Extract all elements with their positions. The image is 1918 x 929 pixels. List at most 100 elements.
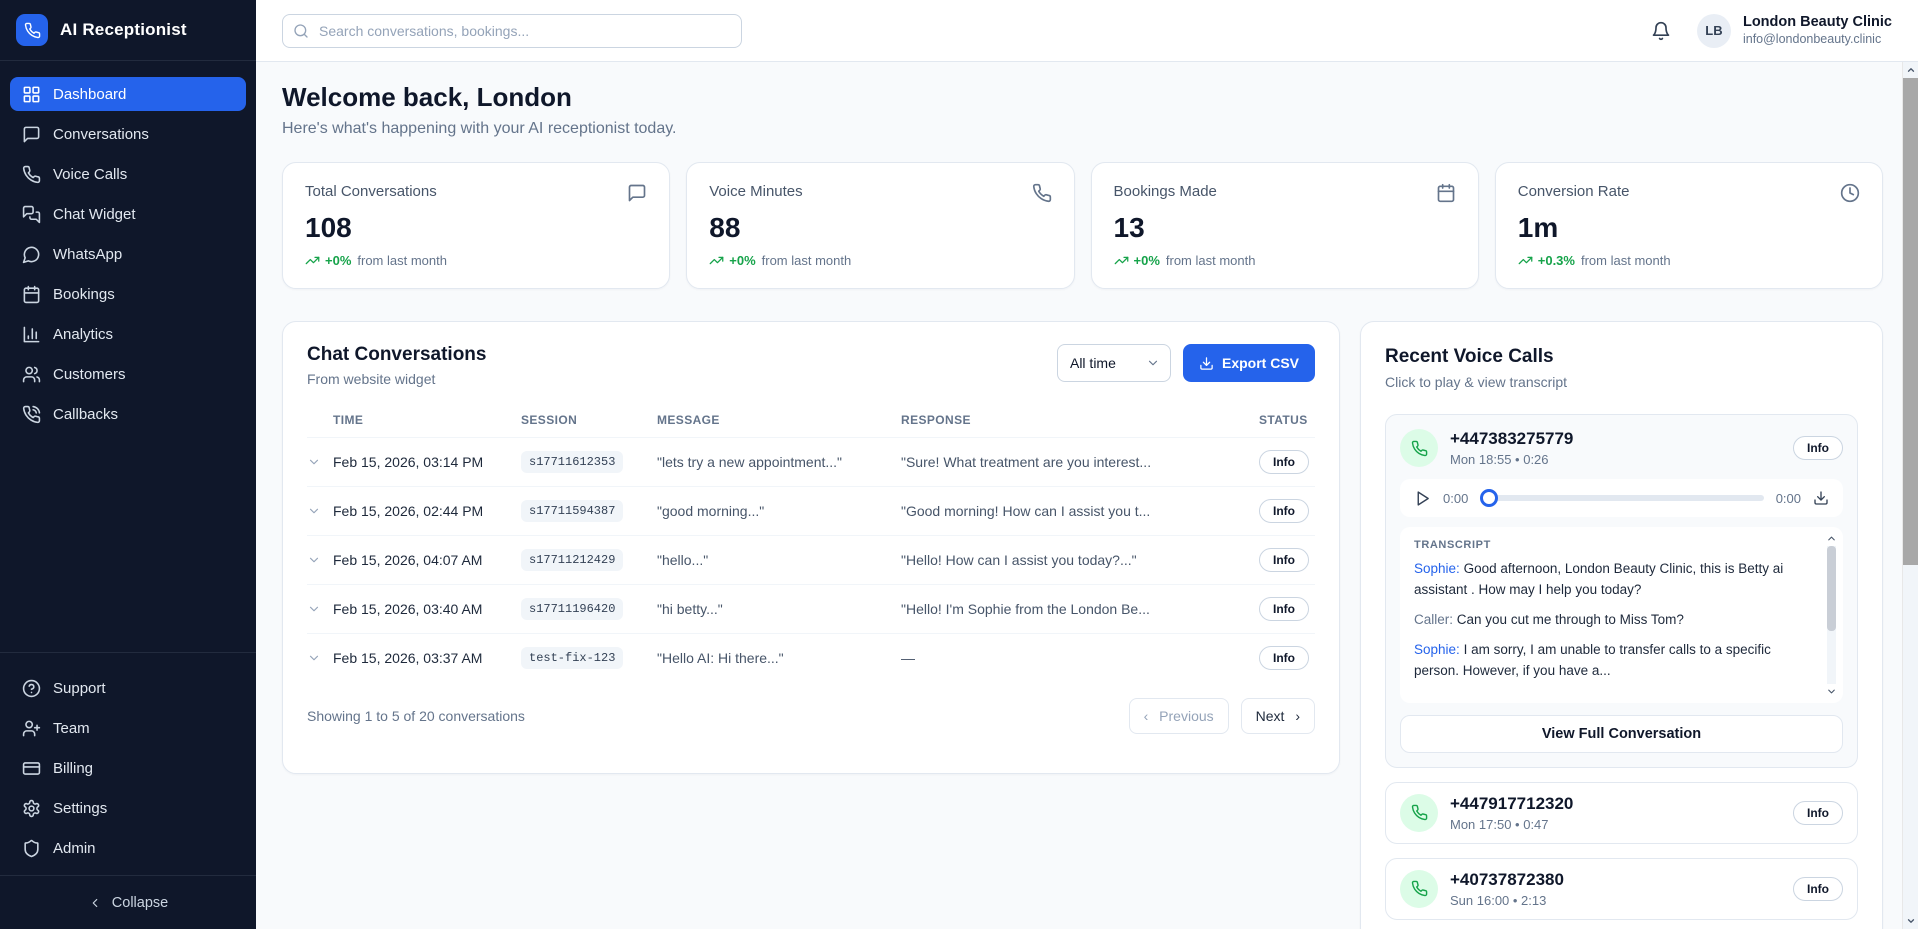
transcript-text: I am sorry, I am unable to transfer call… — [1414, 642, 1771, 678]
info-button[interactable]: Info — [1259, 646, 1309, 670]
player-seek-slider[interactable] — [1480, 489, 1763, 507]
chevron-down-icon[interactable] — [307, 455, 333, 469]
cell-response: — — [901, 650, 1259, 666]
voice-call-card-expanded[interactable]: +447383275779 Mon 18:55 • 0:26 Info 0:00… — [1385, 414, 1858, 768]
sidebar-item-callbacks[interactable]: Callbacks — [10, 397, 246, 431]
cell-session: s17711196420 — [521, 598, 657, 620]
stat-card-conversion-rate: Conversion Rate 1m +0.3% from last month — [1495, 162, 1883, 289]
speaker-name: Sophie: — [1414, 561, 1460, 576]
chevron-down-icon[interactable] — [307, 602, 333, 616]
table-row[interactable]: Feb 15, 2026, 03:37 AM test-fix-123 "Hel… — [307, 633, 1315, 682]
voice-call-card[interactable]: +447917712320 Mon 17:50 • 0:47 Info — [1385, 782, 1858, 844]
sidebar-item-billing[interactable]: Billing — [10, 751, 246, 785]
time-filter-value: All time — [1070, 355, 1116, 371]
trending-up-icon: +0.3% — [1518, 253, 1575, 268]
transcript-line: Sophie: I am sorry, I am unable to trans… — [1414, 640, 1809, 682]
stat-delta: +0% — [325, 253, 351, 268]
help-circle-icon — [22, 679, 41, 698]
view-full-conversation-button[interactable]: View Full Conversation — [1400, 715, 1843, 753]
table-row[interactable]: Feb 15, 2026, 03:40 AM s17711196420 "hi … — [307, 584, 1315, 633]
sidebar-item-label: Support — [53, 680, 106, 697]
voice-call-card[interactable]: +40737872380 Sun 16:00 • 2:13 Info — [1385, 858, 1858, 920]
sidebar-item-support[interactable]: Support — [10, 671, 246, 705]
search-input[interactable] — [282, 14, 742, 48]
call-meta: Sun 16:00 • 2:13 — [1450, 893, 1564, 908]
play-icon[interactable] — [1414, 490, 1431, 507]
table-header-row: TIME SESSION MESSAGE RESPONSE STATUS — [307, 407, 1315, 437]
stat-value: 13 — [1114, 212, 1456, 244]
sidebar-item-label: Voice Calls — [53, 166, 127, 183]
chat-conversations-panel: Chat Conversations From website widget A… — [282, 321, 1340, 774]
slider-knob[interactable] — [1480, 489, 1498, 507]
sidebar-item-bookings[interactable]: Bookings — [10, 277, 246, 311]
chevron-down-icon[interactable] — [307, 651, 333, 665]
page-scrollbar[interactable] — [1902, 62, 1918, 929]
recent-voice-calls-panel: Recent Voice Calls Click to play & view … — [1360, 321, 1883, 929]
chevron-down-icon[interactable] — [307, 553, 333, 567]
table-row[interactable]: Feb 15, 2026, 04:07 AM s17711212429 "hel… — [307, 535, 1315, 584]
info-button[interactable]: Info — [1793, 801, 1843, 825]
scroll-up-icon[interactable] — [1826, 533, 1837, 544]
time-filter-select[interactable]: All time — [1057, 344, 1171, 382]
collapse-sidebar-button[interactable]: Collapse — [0, 875, 256, 929]
column-header-time: TIME — [333, 413, 521, 427]
user-plus-icon — [22, 719, 41, 738]
session-badge: test-fix-123 — [521, 647, 623, 669]
phone-callback-icon — [22, 405, 41, 424]
sidebar-item-dashboard[interactable]: Dashboard — [10, 77, 246, 111]
sidebar-item-voice-calls[interactable]: Voice Calls — [10, 157, 246, 191]
cell-session: test-fix-123 — [521, 647, 657, 669]
chevron-left-icon — [88, 896, 102, 910]
sidebar-item-chat-widget[interactable]: Chat Widget — [10, 197, 246, 231]
stat-delta-note: from last month — [762, 253, 852, 268]
scroll-down-icon[interactable] — [1903, 913, 1918, 929]
trending-up-icon: +0% — [1114, 253, 1160, 268]
chat-panel-title: Chat Conversations — [307, 344, 486, 366]
scroll-up-icon[interactable] — [1903, 62, 1918, 78]
stat-label: Conversion Rate — [1518, 183, 1630, 200]
scrollbar-thumb[interactable] — [1903, 78, 1918, 565]
cell-time: Feb 15, 2026, 02:44 PM — [333, 503, 521, 519]
info-button[interactable]: Info — [1793, 877, 1843, 901]
session-badge: s17711594387 — [521, 500, 623, 522]
info-button[interactable]: Info — [1259, 499, 1309, 523]
sidebar-item-analytics[interactable]: Analytics — [10, 317, 246, 351]
call-identity: +447917712320 Mon 17:50 • 0:47 — [1450, 794, 1573, 832]
transcript-scrollbar[interactable] — [1825, 533, 1838, 697]
info-button[interactable]: Info — [1259, 548, 1309, 572]
scrollbar-track[interactable] — [1827, 546, 1836, 684]
previous-page-button[interactable]: ‹ Previous — [1129, 698, 1229, 734]
info-button[interactable]: Info — [1259, 450, 1309, 474]
sidebar-item-admin[interactable]: Admin — [10, 831, 246, 865]
user-menu[interactable]: LB London Beauty Clinic info@londonbeaut… — [1697, 14, 1892, 48]
download-icon[interactable] — [1813, 490, 1829, 506]
sidebar-item-team[interactable]: Team — [10, 711, 246, 745]
cell-response: "Sure! What treatment are you interest..… — [901, 454, 1259, 470]
stat-delta-note: from last month — [1581, 253, 1671, 268]
sidebar-item-whatsapp[interactable]: WhatsApp — [10, 237, 246, 271]
scrollbar-thumb[interactable] — [1827, 546, 1836, 631]
next-label: Next — [1256, 708, 1285, 724]
sidebar-item-label: Conversations — [53, 126, 149, 143]
conversations-table: TIME SESSION MESSAGE RESPONSE STATUS Feb… — [307, 407, 1315, 682]
stat-value: 88 — [709, 212, 1051, 244]
sidebar-item-settings[interactable]: Settings — [10, 791, 246, 825]
export-csv-button[interactable]: Export CSV — [1183, 344, 1315, 382]
next-page-button[interactable]: Next › — [1241, 698, 1315, 734]
table-row[interactable]: Feb 15, 2026, 03:14 PM s17711612353 "let… — [307, 437, 1315, 486]
player-current-time: 0:00 — [1443, 491, 1468, 506]
voice-panel-title: Recent Voice Calls — [1385, 346, 1858, 368]
info-button[interactable]: Info — [1259, 597, 1309, 621]
cell-message: "Hello AI: Hi there..." — [657, 650, 901, 666]
scroll-down-icon[interactable] — [1826, 686, 1837, 697]
table-row[interactable]: Feb 15, 2026, 02:44 PM s17711594387 "goo… — [307, 486, 1315, 535]
sidebar-item-conversations[interactable]: Conversations — [10, 117, 246, 151]
stats-row: Total Conversations 108 +0% from last mo… — [282, 162, 1883, 289]
audio-player: 0:00 0:00 — [1400, 479, 1843, 517]
cell-message: "good morning..." — [657, 503, 901, 519]
sidebar-item-customers[interactable]: Customers — [10, 357, 246, 391]
info-button[interactable]: Info — [1793, 436, 1843, 460]
stat-value: 1m — [1518, 212, 1860, 244]
chevron-down-icon[interactable] — [307, 504, 333, 518]
notifications-bell-icon[interactable] — [1651, 21, 1671, 41]
